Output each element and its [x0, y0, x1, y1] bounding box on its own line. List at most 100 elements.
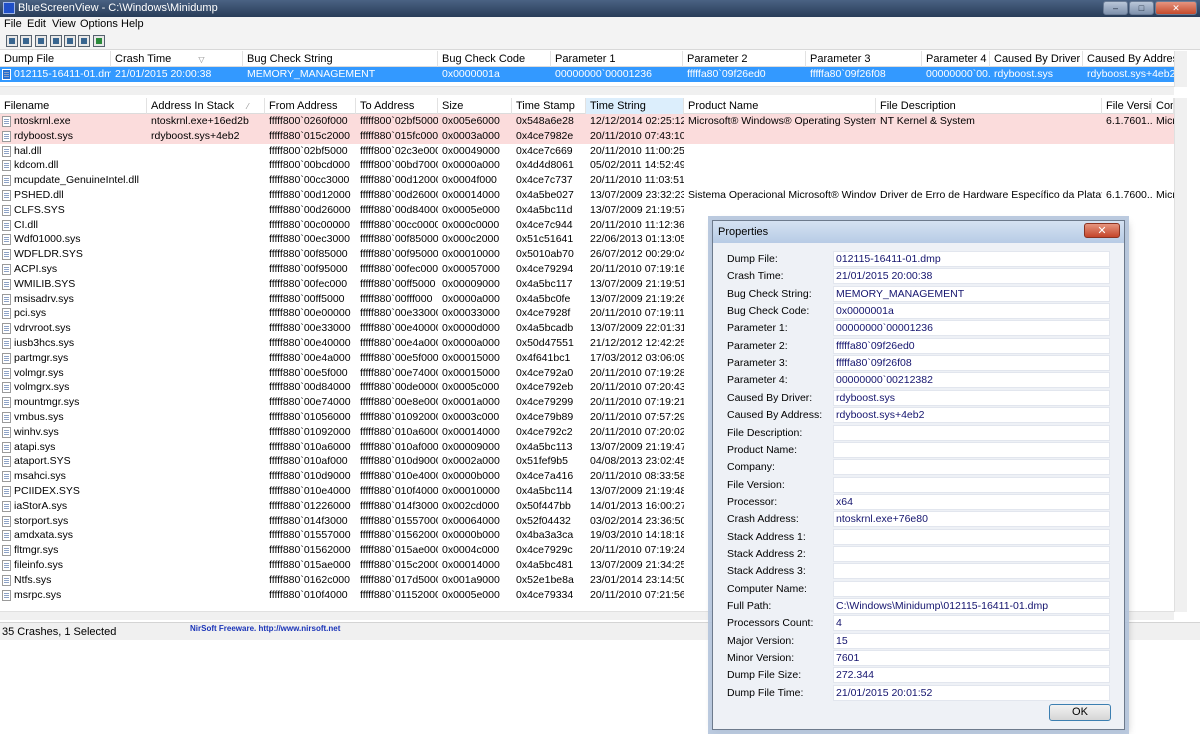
- cell-to-address: fffff880`010af000: [360, 440, 438, 453]
- cell-from-address: fffff880`00ec3000: [269, 233, 350, 246]
- cell-filename: CLFS.SYS: [14, 203, 65, 216]
- property-value-field[interactable]: 15: [833, 632, 1110, 649]
- cell-to-address: fffff880`00fec000: [360, 263, 438, 275]
- property-value-field[interactable]: [833, 476, 1110, 493]
- property-label: File Description:: [727, 426, 803, 439]
- properties-icon[interactable]: [50, 35, 62, 47]
- table-row[interactable]: kdcom.dll fffff800`00bcd000 fffff800`00bd7…: [0, 158, 1187, 173]
- dialog-close-button[interactable]: ✕: [1084, 223, 1120, 238]
- menu-file[interactable]: File: [4, 18, 22, 30]
- crash-list-vscroll[interactable]: [1174, 51, 1187, 87]
- col-parameter-4[interactable]: Parameter 4: [922, 51, 990, 67]
- col-caused-by-address[interactable]: Caused By Address: [1083, 51, 1175, 67]
- col-crash-time[interactable]: Crash Time ▽: [111, 51, 243, 67]
- menu-bar: File Edit View Options Help: [0, 17, 1200, 33]
- property-value-field[interactable]: x64: [833, 493, 1110, 510]
- col-time-string[interactable]: Time String: [586, 98, 684, 114]
- cell-from-address: fffff880`00cc3000: [269, 174, 350, 187]
- col-dump-file[interactable]: Dump File: [0, 51, 111, 67]
- cell-file-description: [876, 144, 1102, 159]
- cell-file-description: Driver de Erro de Hardware Específico da…: [880, 189, 1102, 201]
- property-value-field[interactable]: ntoskrnl.exe+76e80: [833, 511, 1110, 528]
- col-file-description[interactable]: File Description: [876, 98, 1102, 114]
- property-value-field[interactable]: 4: [833, 615, 1110, 632]
- col-company[interactable]: Com: [1152, 98, 1174, 114]
- property-value-field[interactable]: rdyboost.sys: [833, 389, 1110, 406]
- minimize-button[interactable]: –: [1103, 1, 1128, 15]
- cell-time-stamp: 0x4a5bcadb: [516, 322, 574, 335]
- property-value-field[interactable]: rdyboost.sys+4eb2: [833, 407, 1110, 424]
- crash-list-hscroll[interactable]: [0, 86, 1174, 95]
- property-value-field[interactable]: [833, 580, 1110, 597]
- find-icon[interactable]: [78, 35, 90, 47]
- property-row: Caused By Driver: rdyboost.sys: [727, 389, 1111, 407]
- property-value-field[interactable]: MEMORY_MANAGEMENT: [833, 285, 1110, 302]
- cell-address-in-stack: [147, 262, 265, 277]
- col-parameter-3[interactable]: Parameter 3: [806, 51, 922, 67]
- menu-options[interactable]: Options: [80, 18, 118, 30]
- nirsoft-link[interactable]: NirSoft Freeware. http://www.nirsoft.net: [190, 624, 340, 633]
- save-icon[interactable]: [6, 35, 18, 47]
- table-row[interactable]: rdyboost.sys rdyboost.sys+4eb2 fffff880`01…: [0, 128, 1187, 144]
- cell-size: 0x00009000: [442, 440, 500, 453]
- menu-view[interactable]: View: [52, 18, 76, 30]
- cell-time-string: 20/11/2010 07:19:11: [590, 307, 684, 320]
- table-row[interactable]: PSHED.dll fffff880`00d12000 fffff880`00d26…: [0, 188, 1187, 203]
- property-value-field[interactable]: [833, 528, 1110, 545]
- property-value-field[interactable]: 21/01/2015 20:01:52: [833, 684, 1110, 701]
- copy-icon[interactable]: [35, 35, 47, 47]
- menu-edit[interactable]: Edit: [27, 18, 46, 30]
- property-value-field[interactable]: [833, 459, 1110, 476]
- ok-button[interactable]: OK: [1049, 704, 1111, 721]
- property-value-field[interactable]: 00000000`00212382: [833, 372, 1110, 389]
- cell-from-address: fffff880`01557000: [269, 529, 351, 542]
- col-product-name[interactable]: Product Name: [684, 98, 876, 114]
- col-size[interactable]: Size: [438, 98, 512, 114]
- col-file-version[interactable]: File Versi...: [1102, 98, 1152, 114]
- col-parameter-2[interactable]: Parameter 2: [683, 51, 806, 67]
- property-value-field[interactable]: 00000000`00001236: [833, 320, 1110, 337]
- property-label: Processors Count:: [727, 617, 814, 630]
- html-report-icon[interactable]: [20, 35, 32, 47]
- col-time-stamp[interactable]: Time Stamp: [512, 98, 586, 114]
- property-value-field[interactable]: [833, 441, 1110, 458]
- options-icon[interactable]: [64, 35, 76, 47]
- table-row[interactable]: mcupdate_GenuineIntel.dll fffff880`00cc30…: [0, 173, 1187, 188]
- property-value-field[interactable]: [833, 563, 1110, 580]
- property-value-field[interactable]: 012115-16411-01.dmp: [833, 251, 1110, 267]
- col-bug-check-string[interactable]: Bug Check String: [243, 51, 438, 67]
- table-row[interactable]: CLFS.SYS fffff880`00d26000 fffff880`00d840…: [0, 203, 1187, 218]
- col-address-in-stack[interactable]: Address In Stack ⁄: [147, 98, 265, 114]
- close-button[interactable]: ✕: [1155, 1, 1197, 15]
- col-bug-check-code[interactable]: Bug Check Code: [438, 51, 551, 67]
- cell-filename: kdcom.dll: [14, 159, 59, 172]
- property-value-field[interactable]: fffffa80`09f26ed0: [833, 337, 1110, 354]
- property-value-field[interactable]: [833, 424, 1110, 441]
- property-value-field[interactable]: fffffa80`09f26f08: [833, 355, 1110, 372]
- col-parameter-1[interactable]: Parameter 1: [551, 51, 683, 67]
- table-row[interactable]: hal.dll fffff800`02bf5000 fffff800`02c3e00…: [0, 144, 1187, 159]
- menu-help[interactable]: Help: [121, 18, 144, 30]
- cell-time-stamp: 0x51c51641: [516, 233, 574, 246]
- property-value-field[interactable]: C:\Windows\Minidump\012115-16411-01.dmp: [833, 598, 1110, 614]
- col-caused-by-driver[interactable]: Caused By Driver: [990, 51, 1083, 67]
- col-filename[interactable]: Filename: [0, 98, 147, 114]
- property-value-field[interactable]: 0x0000001a: [833, 303, 1110, 320]
- maximize-button[interactable]: □: [1129, 1, 1154, 15]
- cell-filename: Wdf01000.sys: [14, 233, 81, 246]
- cell-to-address: fffff880`00fff000: [360, 292, 433, 305]
- cell-filename: PSHED.dll: [14, 189, 64, 201]
- property-value-field[interactable]: 272.344: [833, 667, 1110, 684]
- property-value-field[interactable]: 7601: [833, 650, 1110, 667]
- property-value-field[interactable]: 21/01/2015 20:00:38: [833, 268, 1110, 285]
- col-from-address[interactable]: From Address: [265, 98, 356, 114]
- table-row[interactable]: ntoskrnl.exe ntoskrnl.exe+16ed2b fffff800`…: [0, 114, 1187, 129]
- driver-list-vscroll[interactable]: [1174, 98, 1187, 612]
- cell-time-string: 13/07/2009 21:19:57: [590, 203, 684, 216]
- cell-size: 0x0000a000: [442, 292, 500, 305]
- crash-row[interactable]: 012115-16411-01.dmp 21/01/2015 20:00:38 …: [0, 67, 1187, 82]
- cell-file-version: 6.1.7600....: [1106, 189, 1152, 201]
- property-value-field[interactable]: [833, 545, 1110, 562]
- col-to-address[interactable]: To Address: [356, 98, 438, 114]
- exit-icon[interactable]: [93, 35, 105, 47]
